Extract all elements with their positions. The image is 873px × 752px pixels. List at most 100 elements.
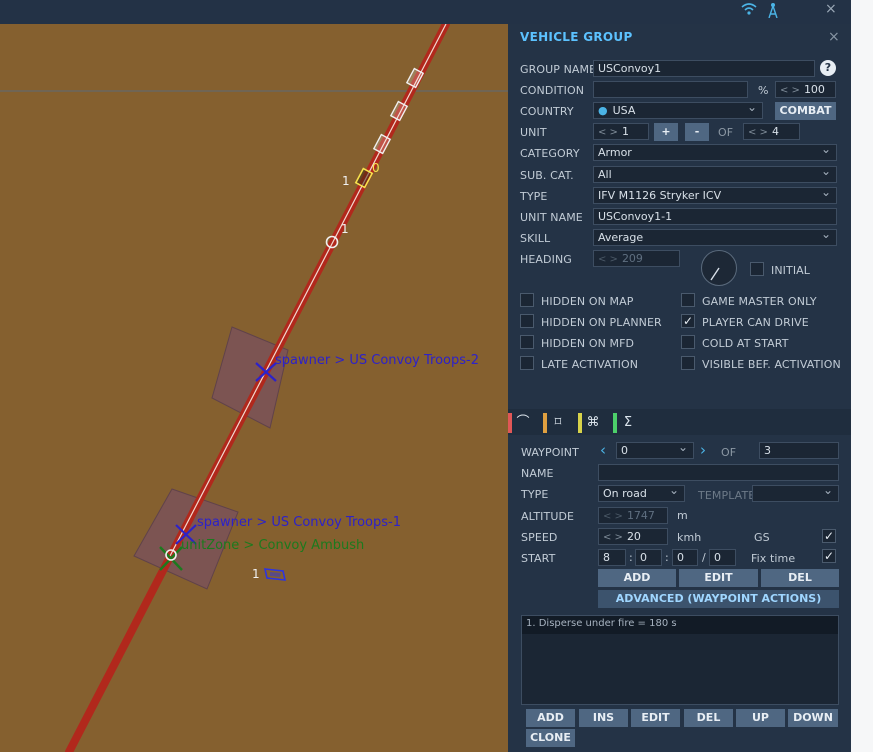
hidden-on-map-label: HIDDEN ON MAP bbox=[541, 295, 634, 308]
visible-before-activation-checkbox[interactable] bbox=[681, 356, 695, 370]
combat-button[interactable]: COMBAT bbox=[775, 102, 836, 120]
list-item[interactable]: 1. Disperse under fire = 180 s bbox=[522, 616, 838, 634]
waypoint-total: 3 bbox=[759, 442, 839, 459]
heading-dial[interactable] bbox=[701, 250, 737, 286]
arrows-icon: < > bbox=[603, 511, 623, 522]
hidden-on-mfd-label: HIDDEN ON MFD bbox=[541, 337, 635, 350]
visible-before-activation-label: VISIBLE BEF. ACTIVATION bbox=[702, 358, 841, 371]
action-clone-button[interactable]: CLONE bbox=[526, 729, 575, 747]
player-can-drive-checkbox[interactable]: ✓ bbox=[681, 314, 695, 328]
cold-at-start-label: COLD AT START bbox=[702, 337, 789, 350]
subcat-select[interactable]: All bbox=[593, 166, 837, 183]
tab-route[interactable]: ⌒ bbox=[508, 413, 538, 433]
condition-pct: % bbox=[758, 84, 769, 97]
tab-summary[interactable]: Σ bbox=[613, 413, 643, 433]
panel-close-button[interactable]: × bbox=[828, 29, 840, 45]
game-master-only-checkbox[interactable] bbox=[681, 293, 695, 307]
window-edge bbox=[851, 0, 873, 752]
advanced-waypoint-actions-button[interactable]: ADVANCED (WAYPOINT ACTIONS) bbox=[598, 590, 839, 608]
country-label: COUNTRY bbox=[520, 105, 574, 118]
type-select[interactable]: IFV M1126 Stryker ICV bbox=[593, 187, 837, 204]
group-name-label: GROUP NAME bbox=[520, 63, 597, 76]
start-second-input[interactable]: 0 bbox=[672, 549, 698, 566]
condition-value-input[interactable]: < >100 bbox=[775, 81, 836, 98]
action-up-button[interactable]: UP bbox=[736, 709, 785, 727]
action-ins-button[interactable]: INS bbox=[579, 709, 628, 727]
waypoint-actions-list[interactable]: 1. Disperse under fire = 180 s bbox=[521, 615, 839, 705]
hidden-on-map-checkbox[interactable] bbox=[520, 293, 534, 307]
template-select[interactable] bbox=[752, 485, 839, 502]
wifi-icon bbox=[741, 2, 757, 20]
map-canvas bbox=[0, 24, 508, 752]
unit-of-label: OF bbox=[718, 126, 734, 139]
gs-checkbox[interactable]: ✓ bbox=[822, 529, 836, 543]
initial-checkbox[interactable] bbox=[750, 262, 764, 276]
skill-select[interactable]: Average bbox=[593, 229, 837, 246]
fix-time-checkbox[interactable]: ✓ bbox=[822, 549, 836, 563]
summary-icon: Σ bbox=[623, 415, 633, 430]
country-select[interactable]: ● USA bbox=[593, 102, 763, 119]
arrows-icon: < > bbox=[780, 85, 800, 96]
tab-triggers[interactable]: ⌑ bbox=[543, 413, 573, 433]
late-activation-label: LATE ACTIVATION bbox=[541, 358, 639, 371]
initial-label: INITIAL bbox=[771, 264, 811, 277]
speed-input[interactable]: < >20 bbox=[598, 528, 668, 545]
start-hour-input[interactable]: 8 bbox=[598, 549, 626, 566]
waypoint-label: WAYPOINT bbox=[521, 446, 579, 459]
unit-name-input[interactable]: USConvoy1-1 bbox=[593, 208, 837, 225]
altitude-input[interactable]: < >1747 bbox=[598, 507, 668, 524]
cold-at-start-checkbox[interactable] bbox=[681, 335, 695, 349]
heading-label: HEADING bbox=[520, 253, 572, 266]
altitude-label: ALTITUDE bbox=[521, 510, 575, 523]
late-activation-checkbox[interactable] bbox=[520, 356, 534, 370]
waypoint-prev-button[interactable]: ‹ bbox=[600, 441, 606, 459]
remove-unit-button[interactable]: - bbox=[685, 123, 709, 141]
unit-total-input[interactable]: < >4 bbox=[743, 123, 800, 140]
arrows-icon: < > bbox=[598, 127, 618, 138]
help-button[interactable]: ? bbox=[820, 60, 836, 76]
condition-slider[interactable] bbox=[593, 81, 748, 98]
add-unit-button[interactable]: + bbox=[654, 123, 678, 141]
group-name-input[interactable]: USConvoy1 bbox=[593, 60, 815, 77]
wp-type-label: TYPE bbox=[521, 488, 549, 501]
spawner-1-label: spawner > US Convoy Troops-1 bbox=[197, 515, 401, 530]
top-bar: × bbox=[0, 0, 873, 24]
start-label: START bbox=[521, 552, 556, 565]
wp-number: 1 bbox=[342, 174, 350, 188]
category-select[interactable]: Armor bbox=[593, 144, 837, 161]
enemy-unit-icon bbox=[263, 568, 287, 581]
wp-del-button[interactable]: DEL bbox=[761, 569, 839, 587]
unit-number: 1 bbox=[252, 567, 260, 581]
wp-number-active: 0 bbox=[372, 161, 380, 175]
start-day-input[interactable]: 0 bbox=[709, 549, 736, 566]
fix-time-label: Fix time bbox=[751, 552, 796, 565]
heading-input[interactable]: < >209 bbox=[593, 250, 680, 267]
action-down-button[interactable]: DOWN bbox=[788, 709, 838, 727]
action-del-button[interactable]: DEL bbox=[684, 709, 733, 727]
country-dot-icon: ● bbox=[598, 104, 608, 117]
subcat-label: SUB. CAT. bbox=[520, 169, 574, 182]
arrows-icon: < > bbox=[603, 532, 623, 543]
waypoint-next-button[interactable]: › bbox=[700, 441, 706, 459]
wp-add-button[interactable]: ADD bbox=[598, 569, 676, 587]
window-close-button[interactable]: × bbox=[825, 1, 837, 17]
hidden-on-mfd-checkbox[interactable] bbox=[520, 335, 534, 349]
vehicle-group-panel: VEHICLE GROUP × GROUP NAME USConvoy1 ? C… bbox=[508, 24, 851, 752]
speed-unit: kmh bbox=[677, 531, 702, 544]
altitude-unit: m bbox=[677, 509, 688, 522]
wp-edit-button[interactable]: EDIT bbox=[679, 569, 758, 587]
start-minute-input[interactable]: 0 bbox=[635, 549, 662, 566]
action-edit-button[interactable]: EDIT bbox=[631, 709, 680, 727]
hidden-on-planner-checkbox[interactable] bbox=[520, 314, 534, 328]
wp-name-input[interactable] bbox=[598, 464, 839, 481]
panel-title: VEHICLE GROUP bbox=[520, 30, 633, 44]
wp-type-select[interactable]: On road bbox=[598, 485, 685, 502]
waypoint-select[interactable]: 0 bbox=[616, 442, 694, 459]
unit-index-input[interactable]: < >1 bbox=[593, 123, 649, 140]
waypoint-of-label: OF bbox=[721, 446, 737, 459]
skill-label: SKILL bbox=[520, 232, 551, 245]
map-view[interactable]: 1 0 1 1 spawner > US Convoy Troops-2 spa… bbox=[0, 24, 508, 752]
action-add-button[interactable]: ADD bbox=[526, 709, 575, 727]
trigger-icon: ⌑ bbox=[554, 415, 562, 430]
tab-payload[interactable]: ⌘ bbox=[578, 413, 608, 433]
